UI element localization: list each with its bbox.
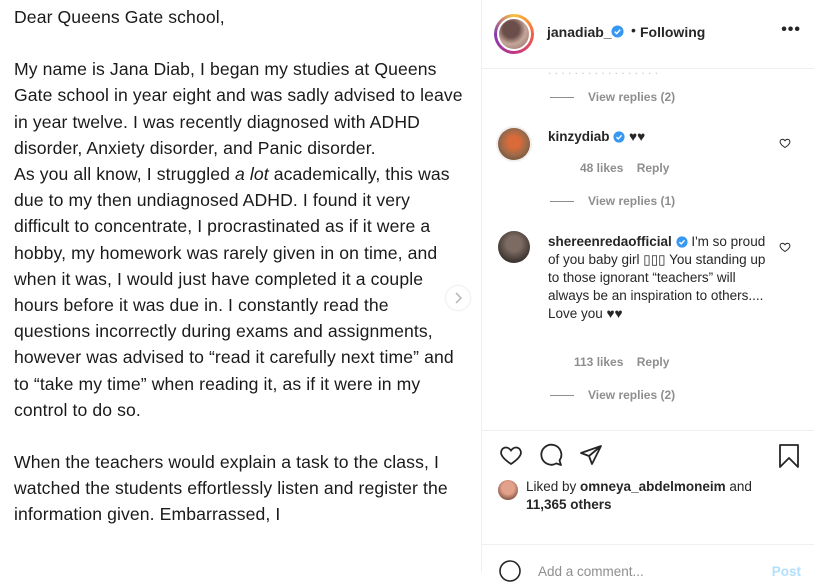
clipped-comment-meta: . . . . . . . . . . . . . . . . .	[548, 69, 659, 77]
letter-paragraph-1: My name is Jana Diab, I began my studies…	[14, 59, 463, 158]
chevron-right-icon	[455, 292, 463, 304]
comments-list[interactable]: . . . . . . . . . . . . . . . . . View r…	[482, 69, 814, 429]
letter-paragraph-2: As you all know, I struggled a lot acade…	[14, 164, 454, 420]
separator-dot: •	[631, 22, 636, 38]
more-options-icon[interactable]: •••	[781, 21, 801, 39]
comment-text: kinzydiab ♥♥	[548, 128, 766, 146]
letter-text: Dear Queens Gate school, My name is Jana…	[14, 4, 464, 528]
post-header: janadiab_ • Following •••	[482, 0, 814, 69]
post-side-panel: janadiab_ • Following ••• . . . . . . . …	[481, 0, 814, 582]
share-icon[interactable]	[578, 443, 604, 467]
verified-badge-icon	[613, 131, 625, 143]
reply-button[interactable]: Reply	[637, 161, 670, 175]
comment-icon[interactable]	[538, 443, 564, 467]
verified-badge-icon	[676, 236, 688, 248]
view-replies-button[interactable]: View replies (1)	[588, 194, 675, 208]
heart-icon[interactable]	[779, 241, 791, 253]
heart-icon[interactable]	[779, 137, 791, 149]
post-author-username[interactable]: janadiab_	[547, 24, 612, 40]
replies-divider	[550, 395, 574, 396]
view-replies-button[interactable]: View replies (2)	[588, 388, 675, 402]
avatar[interactable]	[497, 17, 531, 51]
replies-divider	[550, 201, 574, 202]
comment-username[interactable]: shereenredaofficial	[548, 234, 672, 249]
avatar[interactable]	[498, 231, 530, 263]
post-actions: Liked by omneya_abdelmoneim and 11,365 o…	[482, 430, 814, 546]
heart-icon[interactable]	[498, 443, 524, 467]
add-comment-bar: Post	[482, 544, 814, 582]
likes-count[interactable]: 11,365 others	[526, 497, 612, 512]
reply-button[interactable]: Reply	[637, 355, 670, 369]
emoji-icon[interactable]	[498, 559, 522, 583]
liked-by-text: Liked by omneya_abdelmoneim and 11,365 o…	[526, 479, 752, 512]
following-button[interactable]: Following	[640, 24, 705, 40]
bookmark-icon[interactable]	[778, 443, 800, 469]
comment-body: ♥♥	[629, 129, 646, 144]
comment-likes[interactable]: 48 likes	[580, 161, 623, 175]
view-replies-button[interactable]: View replies (2)	[588, 90, 675, 104]
comment-meta: 48 likes Reply	[548, 161, 679, 175]
post-image: Dear Queens Gate school, My name is Jana…	[0, 0, 481, 572]
comment-text: shereenredaofficial I'm so proud of you …	[548, 233, 766, 323]
letter-salutation: Dear Queens Gate school,	[14, 7, 225, 27]
next-image-button[interactable]	[446, 286, 470, 310]
comment-likes[interactable]: 113 likes	[574, 355, 623, 369]
replies-divider	[550, 97, 574, 98]
avatar[interactable]	[498, 480, 518, 500]
comment-meta: 113 likes Reply	[548, 355, 679, 369]
verified-badge-icon	[611, 25, 624, 38]
avatar[interactable]	[498, 128, 530, 160]
comment-username[interactable]: kinzydiab	[548, 129, 610, 144]
letter-paragraph-3: When the teachers would explain a task t…	[14, 452, 448, 525]
liked-by-user[interactable]: omneya_abdelmoneim	[580, 479, 726, 494]
